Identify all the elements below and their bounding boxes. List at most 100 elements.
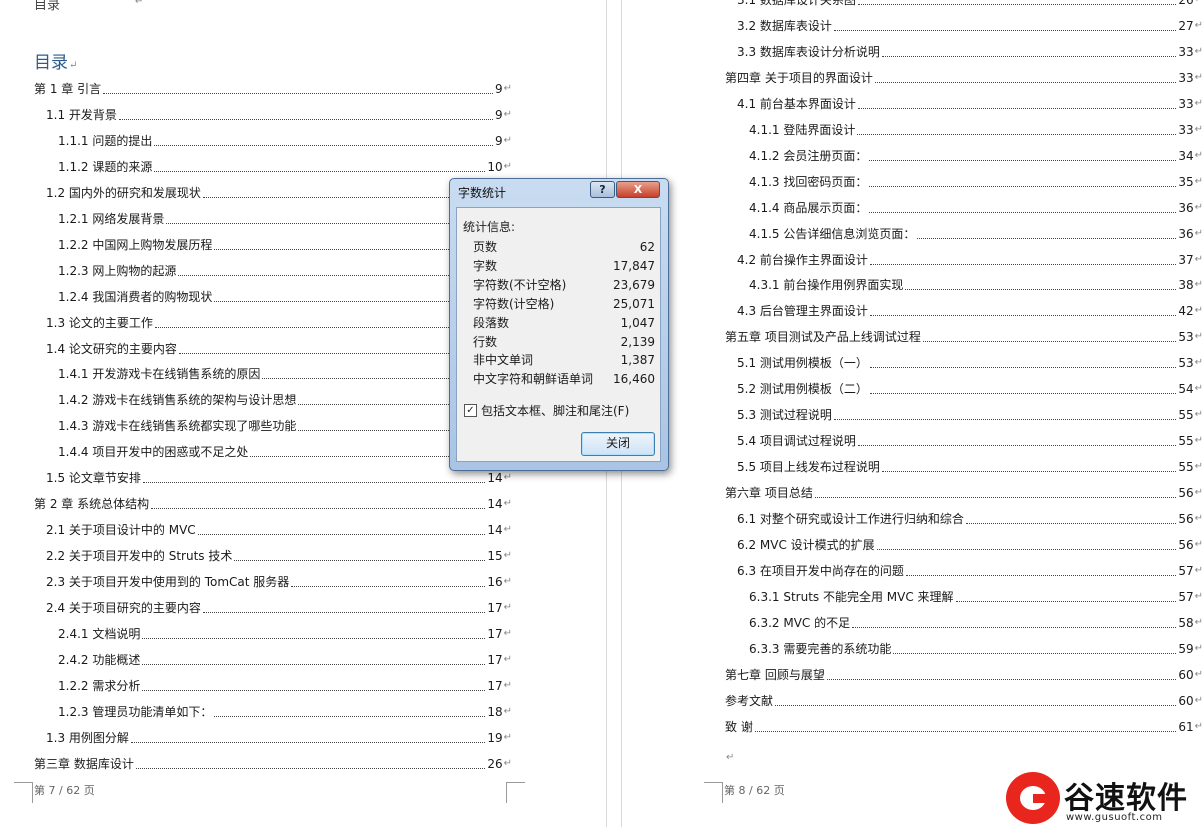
toc-entry-page: 38 bbox=[1178, 278, 1194, 293]
toc-entry[interactable]: 致 谢 61 ↵ bbox=[725, 718, 1203, 736]
toc-entry-page: 34 bbox=[1178, 148, 1194, 163]
crop-mark bbox=[14, 782, 33, 803]
toc-entry[interactable]: 1.1.2 课题的来源 10 ↵ bbox=[58, 158, 512, 176]
toc-entry-label: 1.4.4 项目开发中的困惑或不足之处 bbox=[58, 445, 249, 460]
toc-entry[interactable]: 第 1 章 引言 9 ↵ bbox=[34, 80, 512, 98]
toc-entry[interactable]: 1.4.1 开发游戏卡在线销售系统的原因13↵ bbox=[58, 365, 512, 383]
paragraph-mark: ↵ bbox=[503, 627, 512, 639]
stats-section-label: 统计信息: bbox=[463, 220, 516, 234]
toc-entry[interactable]: 4.3.1 前台操作用例界面实现 38 ↵ bbox=[749, 276, 1203, 294]
toc-entry[interactable]: 第五章 项目测试及产品上线调试过程 53 ↵ bbox=[725, 328, 1203, 346]
toc-entry[interactable]: 1.2.3 网上购物的起源12↵ bbox=[58, 262, 512, 280]
toc-entry[interactable]: 1.3 论文的主要工作13↵ bbox=[46, 314, 512, 332]
toc-entry[interactable]: 1.3 用例图分解 19 ↵ bbox=[46, 729, 512, 747]
toc-entry[interactable]: 1.4 论文研究的主要内容13↵ bbox=[46, 340, 512, 358]
checkbox-checked-icon[interactable]: ✓ bbox=[464, 404, 477, 417]
toc-entry[interactable]: 参考文献 60 ↵ bbox=[725, 692, 1203, 710]
toc-entry[interactable]: 1.2.4 我国消费者的购物现状12↵ bbox=[58, 288, 512, 306]
toc-entry[interactable]: 4.3 后台管理主界面设计 42 ↵ bbox=[737, 302, 1203, 320]
close-button[interactable]: 关闭 bbox=[581, 432, 655, 456]
toc-entry[interactable]: 6.2 MVC 设计模式的扩展 56 ↵ bbox=[737, 536, 1203, 554]
help-button[interactable]: ? bbox=[590, 181, 615, 198]
paragraph-mark: ↵ bbox=[1194, 123, 1203, 135]
toc-entry-label: 4.1.5 公告详细信息浏览页面： bbox=[749, 226, 916, 241]
toc-entry[interactable]: 6.1 对整个研究或设计工作进行归纳和综合 56 ↵ bbox=[737, 510, 1203, 528]
toc-entry[interactable]: 6.3 在项目开发中尚存在的问题 57 ↵ bbox=[737, 562, 1203, 580]
toc-entry[interactable]: 3.1 数据库设计关系图 26↵ bbox=[737, 0, 1203, 9]
toc-entry[interactable]: 1.5 论文章节安排 14 ↵ bbox=[46, 469, 512, 487]
toc-entry[interactable]: 1.2.2 中国网上购物发展历程11↵ bbox=[58, 236, 512, 254]
toc-entry-label: 1.4.3 游戏卡在线销售系统都实现了哪些功能 bbox=[58, 419, 297, 434]
toc-entry[interactable]: 2.2 关于项目开发中的 Struts 技术 15 ↵ bbox=[46, 547, 512, 565]
toc-entry[interactable]: 1.1 开发背景 9 ↵ bbox=[46, 106, 512, 124]
toc-leader-dots bbox=[874, 81, 1177, 83]
toc-entry[interactable]: 4.1.2 会员注册页面： 34 ↵ bbox=[749, 147, 1203, 165]
toc-entry[interactable]: 6.3.3 需要完善的系统功能 59 ↵ bbox=[749, 640, 1203, 658]
toc-entry[interactable]: 4.1.1 登陆界面设计 33 ↵ bbox=[749, 121, 1203, 139]
toc-entry-label: 1.2.1 网络发展背景 bbox=[58, 211, 165, 226]
toc-entry-label: 第六章 项目总结 bbox=[725, 486, 813, 501]
toc-entry[interactable]: 第七章 回顾与展望 60 ↵ bbox=[725, 666, 1203, 684]
toc-entry-label: 4.3 后台管理主界面设计 bbox=[737, 304, 868, 319]
toc-entry-label: 6.3.2 MVC 的不足 bbox=[749, 615, 851, 630]
toc-entry[interactable]: 5.4 项目调试过程说明 55 ↵ bbox=[737, 432, 1203, 450]
toc-entry[interactable]: 2.1 关于项目设计中的 MVC 14 ↵ bbox=[46, 521, 512, 539]
toc-entry[interactable]: 6.3.2 MVC 的不足 58 ↵ bbox=[749, 614, 1203, 632]
toc-entry[interactable]: 第三章 数据库设计 26 ↵ bbox=[34, 755, 512, 773]
stat-row: 行数 2,139 bbox=[473, 333, 655, 352]
toc-entry[interactable]: 5.2 测试用例模板（二） 54 ↵ bbox=[737, 380, 1203, 398]
toc-entry-label: 5.5 项目上线发布过程说明 bbox=[737, 460, 880, 475]
toc-entry[interactable]: 5.3 测试过程说明 55 ↵ bbox=[737, 406, 1203, 424]
toc-entry[interactable]: 2.4 关于项目研究的主要内容 17 ↵ bbox=[46, 599, 512, 617]
toc-entry[interactable]: 1.2.2 需求分析 17 ↵ bbox=[58, 677, 512, 695]
dialog-title: 字数统计 bbox=[458, 186, 507, 200]
toc-entry[interactable]: 1.4.2 游戏卡在线销售系统的架构与设计思想13↵ bbox=[58, 391, 512, 409]
toc-entry-label: 参考文献 bbox=[725, 693, 774, 708]
toc-entry-label: 1.3 论文的主要工作 bbox=[46, 315, 153, 330]
watermark-url: www.gusuoft.com bbox=[1066, 812, 1163, 823]
toc-leader-dots bbox=[118, 118, 493, 120]
toc-entry[interactable]: 1.1.1 问题的提出 9 ↵ bbox=[58, 132, 512, 150]
toc-entry[interactable]: 第四章 关于项目的界面设计 33 ↵ bbox=[725, 69, 1203, 87]
paragraph-mark: ↵ bbox=[503, 757, 512, 769]
toc-entry-page: 61 bbox=[1178, 719, 1194, 734]
toc-entry[interactable]: 6.3.1 Struts 不能完全用 MVC 来理解 57 ↵ bbox=[749, 588, 1203, 606]
stat-row: 字符数(计空格) 25,071 bbox=[473, 295, 655, 314]
stat-label: 非中文单词 bbox=[473, 353, 534, 368]
toc-entry[interactable]: 1.2 国内外的研究和发展现状11↵ bbox=[46, 184, 512, 202]
toc-leader-dots bbox=[881, 55, 1177, 57]
toc-entry[interactable]: 3.2 数据库表设计 27 ↵ bbox=[737, 17, 1203, 35]
toc-entry[interactable]: 2.4.2 功能概述 17 ↵ bbox=[58, 651, 512, 669]
toc-entry[interactable]: 1.4.4 项目开发中的困惑或不足之处14↵ bbox=[58, 443, 512, 461]
toc-entry[interactable]: 4.2 前台操作主界面设计 37 ↵ bbox=[737, 251, 1203, 269]
toc-entry-label: 1.5 论文章节安排 bbox=[46, 471, 141, 486]
paragraph-mark: ↵ bbox=[1194, 538, 1203, 550]
close-icon[interactable]: X bbox=[616, 181, 660, 198]
toc-leader-dots bbox=[234, 559, 486, 562]
toc-entry[interactable]: 4.1 前台基本界面设计 33 ↵ bbox=[737, 95, 1203, 113]
toc-entry[interactable]: 5.5 项目上线发布过程说明 55 ↵ bbox=[737, 458, 1203, 476]
toc-entry[interactable]: 1.2.3 管理员功能清单如下： 18 ↵ bbox=[58, 703, 512, 721]
toc-entry-page: 60 bbox=[1178, 667, 1194, 682]
toc-entry[interactable]: 第六章 项目总结 56 ↵ bbox=[725, 484, 1203, 502]
toc-leader-dots bbox=[965, 522, 1177, 524]
toc-entry[interactable]: 3.3 数据库表设计分析说明 33 ↵ bbox=[737, 43, 1203, 61]
paragraph-mark: ↵ bbox=[1195, 0, 1203, 9]
toc-entry[interactable]: 1.2.1 网络发展背景11↵ bbox=[58, 210, 512, 228]
toc-leader-dots bbox=[197, 533, 486, 536]
include-textbox-checkbox[interactable]: ✓ 包括文本框、脚注和尾注(F) bbox=[464, 402, 629, 419]
toc-entry[interactable]: 第 2 章 系统总体结构 14 ↵ bbox=[34, 495, 512, 513]
toc-entry[interactable]: 4.1.5 公告详细信息浏览页面： 36 ↵ bbox=[749, 225, 1203, 243]
toc-leader-dots bbox=[178, 274, 486, 276]
toc-entry[interactable]: 2.4.1 文档说明 17 ↵ bbox=[58, 625, 512, 643]
toc-entry[interactable]: 1.4.3 游戏卡在线销售系统都实现了哪些功能13↵ bbox=[58, 417, 512, 435]
toc-leader-dots bbox=[142, 663, 486, 665]
toc-entry[interactable]: 5.1 测试用例模板（一） 53 ↵ bbox=[737, 354, 1203, 372]
toc-entry[interactable]: 4.1.3 找回密码页面： 35 ↵ bbox=[749, 173, 1203, 191]
toc-leader-dots bbox=[869, 314, 1177, 317]
toc-entry[interactable]: 2.3 关于项目开发中使用到的 TomCat 服务器 16 ↵ bbox=[46, 573, 512, 591]
toc-entry[interactable]: 4.1.4 商品展示页面： 36 ↵ bbox=[749, 199, 1203, 217]
toc-entry-label: 4.1.3 找回密码页面： bbox=[749, 174, 868, 189]
paragraph-mark: ↵ bbox=[1194, 461, 1203, 473]
toc-entry-page: 9 bbox=[494, 133, 503, 148]
